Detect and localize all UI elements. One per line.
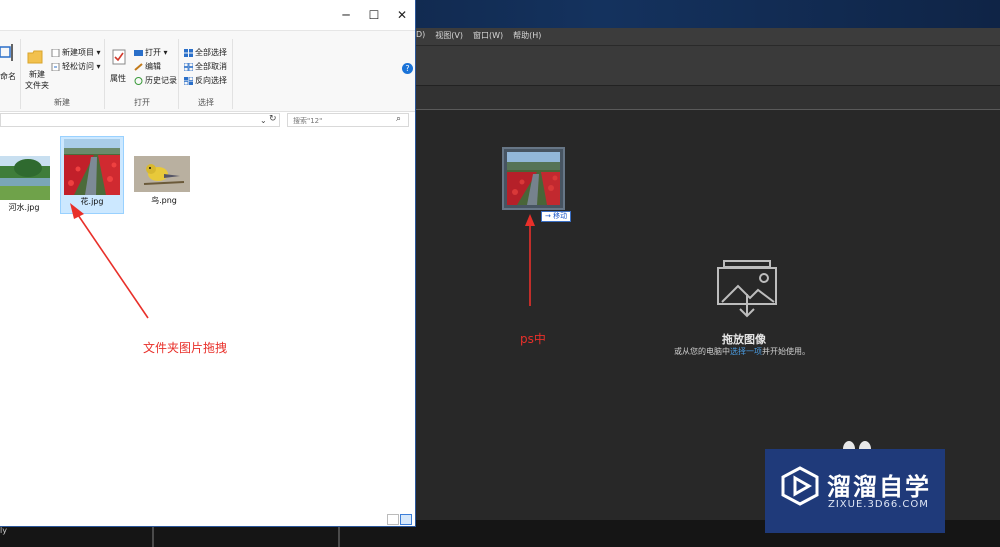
- select-all-icon: [184, 48, 193, 57]
- ribbon-separator: [232, 39, 233, 109]
- help-icon[interactable]: ?: [402, 63, 413, 74]
- new-item-icon: [51, 48, 60, 57]
- easy-access-button[interactable]: 轻松访问 ▾: [51, 61, 101, 72]
- explorer-ribbon: ? 命名 新建 文件夹 新建项目 ▾ 轻松访问 ▾ 新建 属性 打开 ▾ 编辑 …: [0, 30, 415, 112]
- file-item-river[interactable]: 河水.jpg: [0, 136, 50, 214]
- file-name: 河水.jpg: [8, 203, 40, 212]
- select-all-button[interactable]: 全部选择: [184, 47, 227, 58]
- search-placeholder: 搜索"12": [293, 117, 323, 125]
- tulip-image-icon: [507, 152, 560, 205]
- history-icon: [134, 76, 143, 85]
- maximize-button[interactable]: ☐: [359, 4, 389, 26]
- new-item-label: 新建项目 ▾: [62, 48, 101, 57]
- play-logo-icon: [781, 466, 819, 506]
- select-all-label: 全部选择: [195, 48, 227, 57]
- new-folder-icon: [27, 50, 43, 64]
- refresh-icon[interactable]: ↻: [269, 114, 277, 124]
- ribbon-separator: [104, 39, 105, 109]
- edit-button[interactable]: 编辑: [134, 61, 161, 72]
- large-icons-view-button[interactable]: [400, 514, 412, 525]
- file-item-bird[interactable]: 鸟.png: [132, 136, 196, 214]
- new-item-button[interactable]: 新建项目 ▾: [51, 47, 101, 58]
- invert-selection-button[interactable]: 反向选择: [184, 75, 227, 86]
- edit-icon: [134, 62, 143, 71]
- address-row: ⌄ ↻ 搜索"12" ⌕: [0, 112, 415, 128]
- watermark-logo: 溜溜自学 ZIXUE.3D66.COM: [765, 449, 945, 533]
- history-button[interactable]: 历史记录: [134, 75, 177, 86]
- rename-icon: [0, 44, 13, 61]
- file-name: 鸟.png: [151, 196, 177, 205]
- search-icon[interactable]: ⌕: [396, 114, 401, 124]
- image-drop-icon: [717, 260, 777, 318]
- menu-item-window[interactable]: 窗口(W): [473, 30, 503, 41]
- ribbon-group-open: 打开: [134, 98, 150, 107]
- file-item-flower[interactable]: 花.jpg: [60, 136, 124, 214]
- edit-label: 编辑: [145, 62, 161, 71]
- file-list: 河水.jpg 花.jpg 鸟.png: [0, 128, 415, 513]
- properties-icon: [112, 49, 126, 65]
- annotation-folder-drag: 文件夹图片拖拽: [143, 341, 228, 355]
- rename-button[interactable]: 命名: [0, 71, 16, 82]
- easy-access-icon: [51, 62, 60, 71]
- bird-image-icon: [134, 156, 190, 192]
- history-label: 历史记录: [145, 76, 177, 85]
- file-name: 花.jpg: [80, 197, 104, 206]
- annotation-ps: ps中: [520, 332, 546, 346]
- invert-selection-icon: [184, 76, 193, 85]
- select-none-label: 全部取消: [195, 62, 227, 71]
- close-button[interactable]: ✕: [387, 4, 417, 26]
- select-none-icon: [184, 62, 193, 71]
- select-item-link[interactable]: 选择一项: [730, 347, 762, 356]
- explorer-title-bar[interactable]: ─ ☐ ✕: [0, 0, 415, 30]
- invert-selection-label: 反向选择: [195, 76, 227, 85]
- chevron-down-icon[interactable]: ⌄: [260, 116, 267, 125]
- menu-item-partial[interactable]: D): [416, 30, 425, 41]
- easy-access-label: 轻松访问 ▾: [62, 62, 101, 71]
- drop-image-subtitle: 或从您的电脑中选择一项并开始使用。: [674, 346, 810, 357]
- details-view-button[interactable]: [387, 514, 399, 525]
- watermark-url: ZIXUE.3D66.COM: [828, 499, 929, 510]
- properties-button[interactable]: 属性: [110, 73, 126, 84]
- menu-item-view[interactable]: 视图(V): [435, 30, 463, 41]
- new-folder-button[interactable]: 新建 文件夹: [25, 69, 49, 91]
- status-text: ly: [0, 526, 7, 535]
- watermark-title: 溜溜自学: [827, 473, 931, 501]
- tulip-image-icon: [64, 139, 120, 195]
- ribbon-group-select: 选择: [198, 98, 214, 107]
- ribbon-group-new: 新建: [54, 98, 70, 107]
- ribbon-separator: [20, 39, 21, 109]
- search-input[interactable]: 搜索"12" ⌕: [287, 113, 409, 127]
- dragged-image-thumbnail: [502, 147, 565, 210]
- file-explorer-window: ─ ☐ ✕ ? 命名 新建 文件夹 新建项目 ▾ 轻松访问 ▾ 新建 属性 打开…: [0, 0, 416, 527]
- minimize-button[interactable]: ─: [331, 4, 361, 26]
- drop-sub-suffix: 并开始使用。: [762, 347, 810, 356]
- menu-item-help[interactable]: 帮助(H): [513, 30, 541, 41]
- drop-sub-prefix: 或从您的电脑中: [674, 347, 730, 356]
- view-toggle: [386, 513, 414, 526]
- ribbon-separator: [178, 39, 179, 109]
- open-icon: [134, 49, 143, 56]
- select-none-button[interactable]: 全部取消: [184, 61, 227, 72]
- river-image-icon: [0, 156, 50, 200]
- open-label: 打开 ▾: [145, 48, 168, 57]
- address-bar[interactable]: ⌄ ↻: [0, 113, 280, 127]
- move-cursor-tag: → 移动: [541, 211, 572, 222]
- open-button[interactable]: 打开 ▾: [134, 47, 168, 58]
